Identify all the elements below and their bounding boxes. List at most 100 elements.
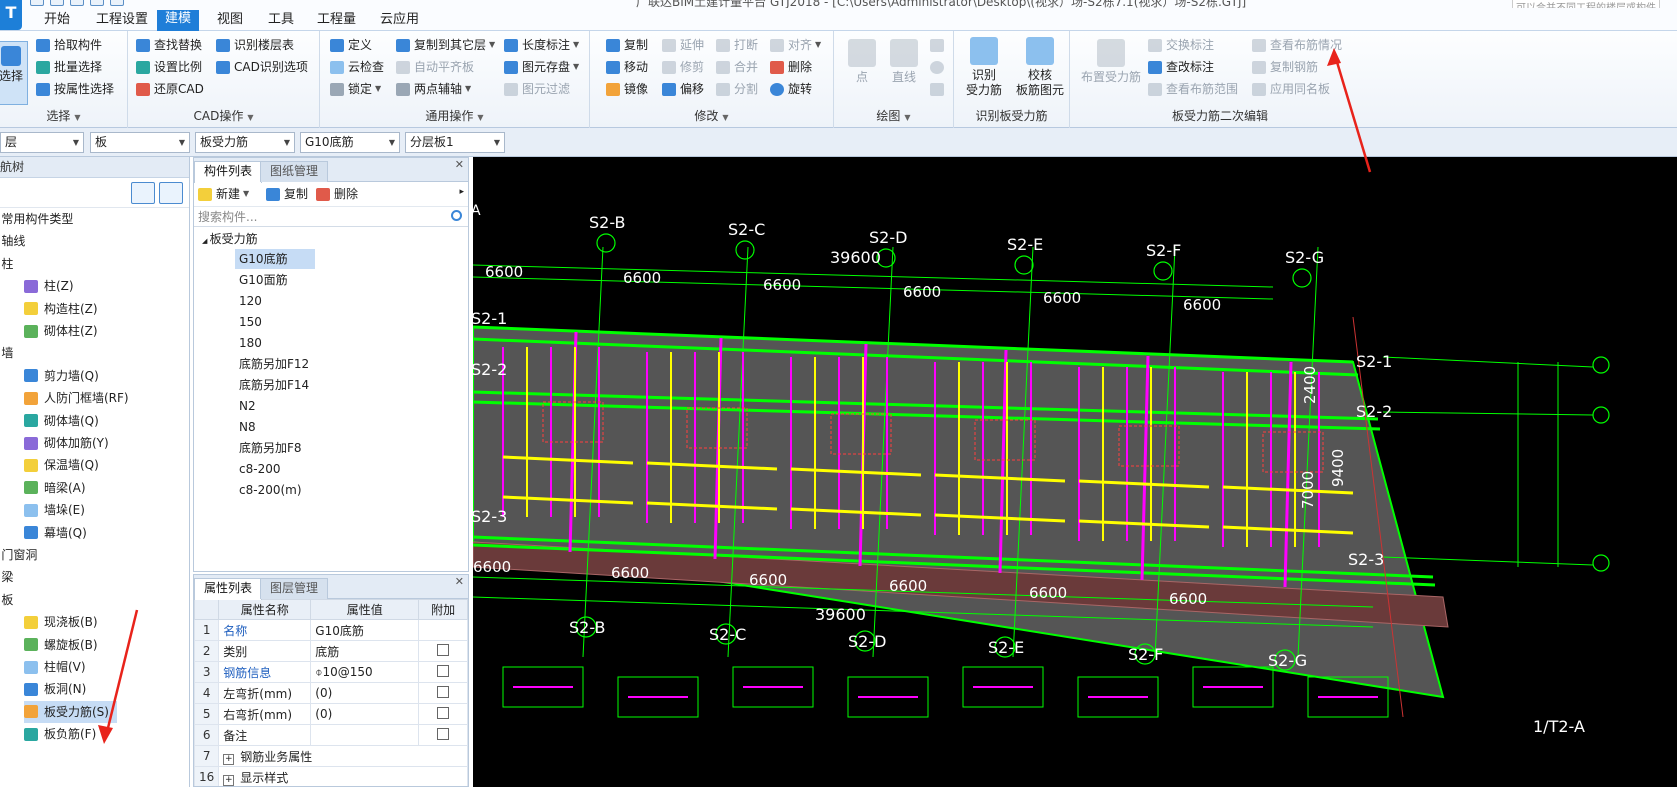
component-item[interactable]: 120 [239,291,262,311]
property-value-field[interactable]: (0) [310,703,420,725]
draw-circle-button[interactable] [930,57,948,77]
nav-item[interactable]: 柱(Z) [24,275,74,297]
property-row[interactable]: 2 类别 底筋 [194,640,468,662]
apply-same-slab-button[interactable]: 应用同名板 [1252,79,1330,99]
break-button[interactable]: 打断 [716,35,758,55]
select-by-property-button[interactable]: 按属性选择 [36,79,114,99]
nav-item[interactable]: 人防门框墙(RF) [24,387,129,409]
set-scale-button[interactable]: 设置比例 [136,57,202,77]
expand-plus-icon[interactable]: + [223,753,235,765]
property-row[interactable]: 16 + 显示样式 [194,766,468,786]
nav-item[interactable]: 砌体加筋(Y) [24,432,109,454]
menu-start[interactable]: 开始 [36,11,78,31]
check-rebar-button[interactable]: 校核 板筋图元 [1012,37,1068,98]
auto-align-slab-button[interactable]: 自动平齐板 [396,57,474,77]
extra-checkbox[interactable] [437,706,450,719]
identify-floor-table-button[interactable]: 识别楼层表 [216,35,294,55]
nav-item[interactable]: ◢ 墙 [0,342,13,364]
save-icon[interactable] [70,0,84,6]
select-button[interactable]: 选择 [0,41,28,105]
new-component-button[interactable]: 新建 ▼ [198,184,249,204]
arrange-rebar-button[interactable]: 布置受力筋 [1076,39,1146,85]
property-row[interactable]: 5 右弯折(mm) (0) [194,703,468,725]
component-item[interactable]: G10面筋 [239,270,288,290]
layer-select[interactable]: 分层板1 ▼ [405,132,505,153]
rotate-button[interactable]: 旋转 [770,79,812,99]
tree-view-icon[interactable] [159,182,183,204]
open-file-icon[interactable] [50,0,64,6]
expand-icon[interactable]: ▸ [459,187,464,197]
type-select[interactable]: 板受力筋 ▼ [195,132,295,153]
cad-drawing[interactable]: S2-B S2-C S2-D S2-E S2-F S2-G S2-B S2-C S2-D S2-E… [473,157,1677,787]
define-button[interactable]: 定义 [330,35,372,55]
component-item[interactable]: N8 [239,417,256,437]
length-dimension-button[interactable]: 长度标注 ▼ [504,35,579,55]
property-row[interactable]: 6 备注 [194,724,468,746]
trim-button[interactable]: 修剪 [662,57,704,77]
merge-button[interactable]: 合并 [716,57,758,77]
component-item[interactable]: 底筋另加F8 [239,438,302,458]
component-item[interactable]: N2 [239,396,256,416]
menu-tools[interactable]: 工具 [260,11,302,31]
close-icon[interactable]: ✕ [455,575,464,588]
component-item[interactable]: G10底筋 [235,249,315,269]
nav-item[interactable]: 板负筋(F) [24,723,96,745]
restore-cad-button[interactable]: 还原CAD [136,79,204,99]
nav-item[interactable]: 剪力墙(Q) [24,365,99,387]
nav-item[interactable]: ◢ 柱 [0,253,13,275]
list-view-icon[interactable] [131,182,155,204]
floor-select[interactable]: 层 ▼ [0,132,84,153]
nav-item[interactable]: ◢ 门窗洞 [0,544,37,566]
nav-item[interactable]: ◢ 板 [0,589,13,611]
align-button[interactable]: 对齐 ▼ [770,35,821,55]
component-group[interactable]: ◢ 板受力筋 [202,229,258,249]
lock-button[interactable]: 锁定 ▼ [330,79,381,99]
swap-label-button[interactable]: 交换标注 [1148,35,1214,55]
tab-layer-manager[interactable]: 图层管理 [260,578,329,599]
nav-item[interactable]: 砌体柱(Z) [24,320,98,342]
property-row[interactable]: 7 + 钢筋业务属性 [194,745,468,767]
view-rebar-range-button[interactable]: 查看布筋范围 [1148,79,1238,99]
identify-rebar-button[interactable]: 识别 受力筋 [960,37,1008,98]
extra-checkbox[interactable] [437,664,450,677]
expand-plus-icon[interactable]: + [223,774,235,786]
cad-options-button[interactable]: CAD识别选项 [216,57,308,77]
nav-item[interactable]: 构造柱(Z) [24,298,98,320]
collapse-arrow-icon[interactable]: ◢ [202,237,210,245]
category-select[interactable]: 板 ▼ [90,132,190,153]
component-search-input[interactable]: 搜索构件... [194,207,468,227]
copy-to-other-floor-button[interactable]: 复制到其它层 ▼ [396,35,495,55]
nav-item[interactable]: 板洞(N) [24,678,86,700]
property-row[interactable]: 1 名称 G10底筋 [194,619,468,641]
nav-item[interactable]: 现浇板(B) [24,611,98,633]
nav-item[interactable]: 幕墙(Q) [24,522,87,544]
redo-icon[interactable] [110,0,124,6]
component-item[interactable]: c8-200(m) [239,480,302,500]
menu-view[interactable]: 视图 [209,11,251,31]
component-item[interactable]: 底筋另加F14 [239,375,309,395]
element-filter-button[interactable]: 图元过滤 [504,79,570,99]
copy-component-button[interactable]: 复制 [266,184,308,204]
batch-select-button[interactable]: 批量选择 [36,57,102,77]
save-element-button[interactable]: 图元存盘 ▼ [504,57,579,77]
component-item[interactable]: 150 [239,312,262,332]
view-rebar-status-button[interactable]: 查看布筋情况 [1252,35,1342,55]
cloud-check-button[interactable]: 云检查 [330,57,384,77]
menu-modeling[interactable]: 建模 [157,10,200,31]
property-value-field[interactable]: (0) [310,682,420,704]
new-file-icon[interactable] [30,0,44,6]
close-icon[interactable]: ✕ [455,158,464,171]
menu-cloud[interactable]: 云应用 [372,11,427,31]
property-value-field[interactable]: G10底筋 [310,619,420,641]
component-item[interactable]: c8-200 [239,459,280,479]
draw-point-button[interactable]: 点 [842,39,882,85]
nav-item[interactable]: ◢ 轴线 [0,230,25,252]
extend-button[interactable]: 延伸 [662,35,704,55]
pick-component-button[interactable]: 拾取构件 [36,35,102,55]
menu-project-settings[interactable]: 工程设置 [88,11,156,31]
app-logo[interactable]: T [0,0,22,30]
draw-rect-button[interactable] [930,79,948,99]
nav-item[interactable]: ◢ 梁 [0,566,13,588]
nav-item[interactable]: 保温墙(Q) [24,454,99,476]
delete-button[interactable]: 删除 [770,57,812,77]
